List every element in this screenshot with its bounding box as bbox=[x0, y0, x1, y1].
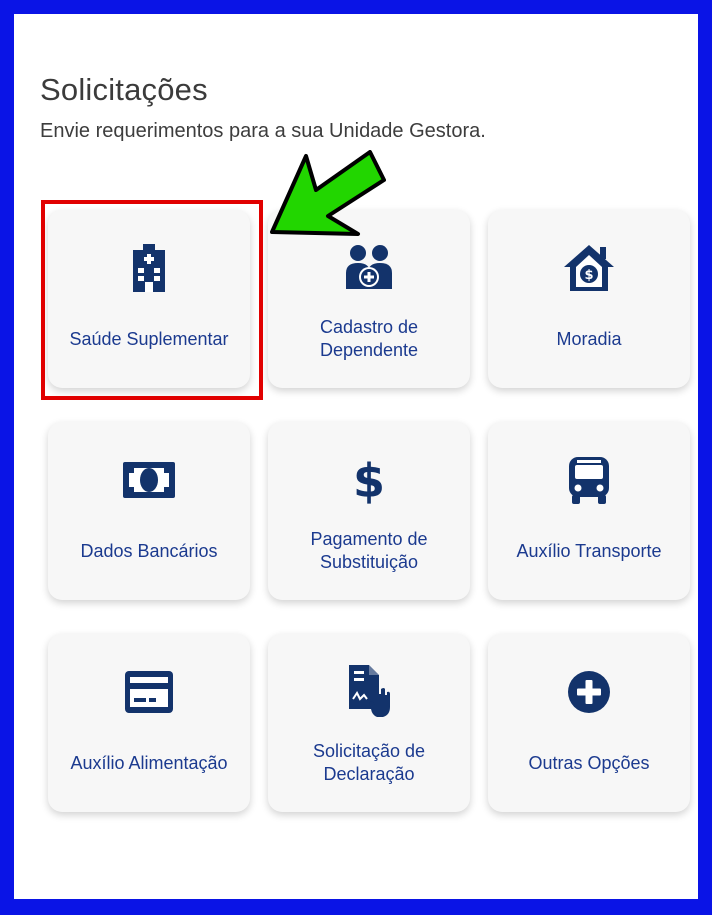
card-label: Cadastro de Dependente bbox=[319, 317, 419, 360]
signed-document-icon bbox=[341, 664, 397, 720]
card-label: Auxílio Alimentação bbox=[70, 752, 228, 773]
card-icon bbox=[121, 664, 177, 720]
card-auxilio-alimentacao[interactable]: Auxílio Alimentação bbox=[48, 634, 250, 812]
pointer-arrow-icon bbox=[270, 150, 386, 236]
plus-circle-icon bbox=[561, 664, 617, 720]
card-auxilio-transporte[interactable]: Auxílio Transporte bbox=[488, 422, 690, 600]
page-title: Solicitações bbox=[40, 72, 208, 107]
card-solicitacao-declaracao[interactable]: Solicitação de Declaração bbox=[268, 634, 470, 812]
requests-panel: Solicitações Envie requerimentos para a … bbox=[14, 14, 698, 899]
highlight-box bbox=[41, 200, 263, 400]
card-label: Dados Bancários bbox=[80, 540, 218, 561]
bus-icon bbox=[561, 452, 617, 508]
dollar-sign-icon: $ bbox=[341, 452, 397, 508]
svg-text:$: $ bbox=[354, 455, 384, 505]
card-pagamento-substituicao[interactable]: $ Pagamento de Substituição bbox=[268, 422, 470, 600]
card-moradia[interactable]: $ Moradia bbox=[488, 210, 690, 388]
banknote-icon bbox=[121, 452, 177, 508]
card-label: Auxílio Transporte bbox=[516, 540, 662, 561]
card-label: Solicitação de Declaração bbox=[312, 741, 426, 784]
card-label: Outras Opções bbox=[528, 752, 650, 773]
card-outras-opcoes[interactable]: Outras Opções bbox=[488, 634, 690, 812]
house-dollar-icon: $ bbox=[561, 240, 617, 296]
card-dados-bancarios[interactable]: Dados Bancários bbox=[48, 422, 250, 600]
card-label: Moradia bbox=[556, 328, 622, 349]
card-label: Pagamento de Substituição bbox=[310, 529, 428, 572]
svg-text:$: $ bbox=[584, 268, 593, 283]
page-subtitle: Envie requerimentos para a sua Unidade G… bbox=[40, 120, 486, 142]
